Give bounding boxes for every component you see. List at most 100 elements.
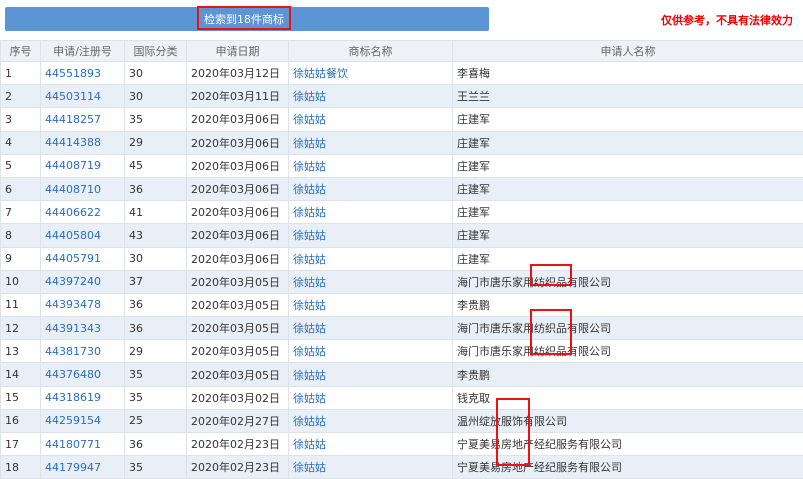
table-row[interactable]: 1144393478362020年03月05日徐姑姑李贵鹏 [1,293,803,316]
cell-applicant: 海门市唐乐家用纺织品有限公司 [453,317,803,340]
cell-date: 2020年03月02日 [187,386,289,409]
cell-trademark-name[interactable]: 徐姑姑 [289,224,453,247]
cell-index: 5 [1,154,41,177]
cell-trademark-name[interactable]: 徐姑姑 [289,85,453,108]
trademark-table: 序号 申请/注册号 国际分类 申请日期 商标名称 申请人名称 144551893… [0,40,803,479]
cell-index: 12 [1,317,41,340]
cell-trademark-name[interactable]: 徐姑姑 [289,317,453,340]
cell-date: 2020年03月06日 [187,131,289,154]
cell-date: 2020年03月05日 [187,293,289,316]
cell-class: 29 [125,340,187,363]
header-date: 申请日期 [187,41,289,62]
cell-trademark-name[interactable]: 徐姑姑 [289,131,453,154]
table-row[interactable]: 1644259154252020年02月27日徐姑姑温州绽放服饰有限公司 [1,409,803,432]
cell-date: 2020年03月06日 [187,108,289,131]
cell-date: 2020年03月06日 [187,247,289,270]
cell-index: 15 [1,386,41,409]
cell-date: 2020年02月23日 [187,456,289,479]
cell-trademark-name[interactable]: 徐姑姑 [289,270,453,293]
table-row[interactable]: 944405791302020年03月06日徐姑姑庄建军 [1,247,803,270]
disclaimer-text: 仅供参考，不具有法律效力 [661,12,793,28]
header-trademark-name: 商标名称 [289,41,453,62]
cell-applicant: 庄建军 [453,201,803,224]
cell-trademark-name[interactable]: 徐姑姑 [289,293,453,316]
cell-reg-number[interactable]: 44393478 [41,293,125,316]
cell-class: 45 [125,154,187,177]
cell-class: 35 [125,386,187,409]
cell-index: 10 [1,270,41,293]
table-row[interactable]: 1744180771362020年02月23日徐姑姑宁夏美易房地产经纪服务有限公… [1,433,803,456]
cell-reg-number[interactable]: 44179947 [41,456,125,479]
cell-class: 36 [125,293,187,316]
cell-reg-number[interactable]: 44180771 [41,433,125,456]
cell-trademark-name[interactable]: 徐姑姑 [289,386,453,409]
cell-index: 2 [1,85,41,108]
table-row[interactable]: 844405804432020年03月06日徐姑姑庄建军 [1,224,803,247]
search-result-count[interactable]: 检索到18件商标 [197,6,291,30]
cell-applicant: 王兰兰 [453,85,803,108]
table-row[interactable]: 444414388292020年03月06日徐姑姑庄建军 [1,131,803,154]
cell-applicant: 庄建军 [453,154,803,177]
cell-trademark-name[interactable]: 徐姑姑 [289,108,453,131]
cell-date: 2020年02月23日 [187,433,289,456]
cell-reg-number[interactable]: 44405791 [41,247,125,270]
cell-trademark-name[interactable]: 徐姑姑 [289,363,453,386]
cell-index: 11 [1,293,41,316]
table-row[interactable]: 1844179947352020年02月23日徐姑姑宁夏美易房地产经纪服务有限公… [1,456,803,479]
table-row[interactable]: 144551893302020年03月12日徐姑姑餐饮李喜梅 [1,62,803,85]
header-class: 国际分类 [125,41,187,62]
table-row[interactable]: 644408710362020年03月06日徐姑姑庄建军 [1,177,803,200]
cell-trademark-name[interactable]: 徐姑姑 [289,456,453,479]
cell-date: 2020年03月05日 [187,340,289,363]
cell-reg-number[interactable]: 44551893 [41,62,125,85]
table-row[interactable]: 344418257352020年03月06日徐姑姑庄建军 [1,108,803,131]
cell-trademark-name[interactable]: 徐姑姑 [289,409,453,432]
cell-class: 29 [125,131,187,154]
cell-reg-number[interactable]: 44408710 [41,177,125,200]
cell-index: 8 [1,224,41,247]
table-header-row: 序号 申请/注册号 国际分类 申请日期 商标名称 申请人名称 [1,41,803,62]
table-row[interactable]: 1344381730292020年03月05日徐姑姑海门市唐乐家用纺织品有限公司 [1,340,803,363]
cell-trademark-name[interactable]: 徐姑姑 [289,201,453,224]
cell-reg-number[interactable]: 44318619 [41,386,125,409]
cell-trademark-name[interactable]: 徐姑姑餐饮 [289,62,453,85]
table-row[interactable]: 1044397240372020年03月05日徐姑姑海门市唐乐家用纺织品有限公司 [1,270,803,293]
table-row[interactable]: 744406622412020年03月06日徐姑姑庄建军 [1,201,803,224]
cell-reg-number[interactable]: 44391343 [41,317,125,340]
cell-class: 35 [125,456,187,479]
header-index: 序号 [1,41,41,62]
cell-reg-number[interactable]: 44418257 [41,108,125,131]
table-row[interactable]: 244503114302020年03月11日徐姑姑王兰兰 [1,85,803,108]
cell-class: 37 [125,270,187,293]
cell-reg-number[interactable]: 44408719 [41,154,125,177]
cell-trademark-name[interactable]: 徐姑姑 [289,154,453,177]
cell-reg-number[interactable]: 44406622 [41,201,125,224]
cell-applicant: 宁夏美易房地产经纪服务有限公司 [453,433,803,456]
table-row[interactable]: 1244391343362020年03月05日徐姑姑海门市唐乐家用纺织品有限公司 [1,317,803,340]
cell-trademark-name[interactable]: 徐姑姑 [289,177,453,200]
cell-reg-number[interactable]: 44397240 [41,270,125,293]
table-row[interactable]: 544408719452020年03月06日徐姑姑庄建军 [1,154,803,177]
cell-applicant: 海门市唐乐家用纺织品有限公司 [453,340,803,363]
table-row[interactable]: 1444376480352020年03月05日徐姑姑李贵鹏 [1,363,803,386]
cell-reg-number[interactable]: 44414388 [41,131,125,154]
cell-class: 35 [125,108,187,131]
cell-index: 17 [1,433,41,456]
cell-reg-number[interactable]: 44405804 [41,224,125,247]
cell-trademark-name[interactable]: 徐姑姑 [289,247,453,270]
table-row[interactable]: 1544318619352020年03月02日徐姑姑钱克取 [1,386,803,409]
header-reg-number: 申请/注册号 [41,41,125,62]
cell-index: 13 [1,340,41,363]
cell-applicant: 李贵鹏 [453,293,803,316]
cell-class: 43 [125,224,187,247]
cell-index: 1 [1,62,41,85]
cell-reg-number[interactable]: 44259154 [41,409,125,432]
cell-reg-number[interactable]: 44503114 [41,85,125,108]
cell-date: 2020年02月27日 [187,409,289,432]
cell-trademark-name[interactable]: 徐姑姑 [289,433,453,456]
cell-applicant: 庄建军 [453,177,803,200]
cell-reg-number[interactable]: 44381730 [41,340,125,363]
cell-trademark-name[interactable]: 徐姑姑 [289,340,453,363]
cell-reg-number[interactable]: 44376480 [41,363,125,386]
cell-index: 6 [1,177,41,200]
